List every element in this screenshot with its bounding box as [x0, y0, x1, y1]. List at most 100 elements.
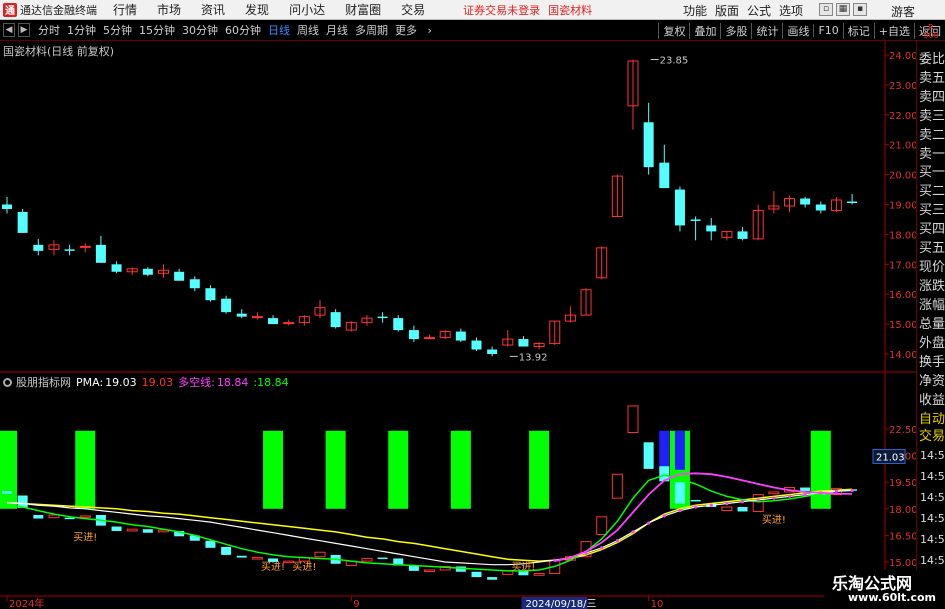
tool-draw[interactable]: 画线 [782, 22, 813, 39]
pma-dot [647, 521, 651, 525]
r-symbol[interactable]: R 500 [920, 24, 942, 40]
period-tab-5min[interactable]: 5分钟 [103, 22, 132, 38]
indicator-candle-up [533, 573, 545, 576]
main-menu: 行情 市场 资讯 发现 问小达 财富圈 交易 [113, 1, 445, 18]
side-label-6: 买一 [919, 165, 945, 179]
price-tick-label: 16.00 [889, 290, 916, 301]
period-tab-30min[interactable]: 30分钟 [182, 22, 218, 38]
side-time-2: 14:56 [920, 491, 945, 504]
watermark-url: www.60lt.com [848, 591, 937, 604]
price-tick-label: 14.00 [889, 350, 916, 361]
candle-body-down [737, 231, 748, 239]
chart-tools: 复权 叠加 多股 统计 画线 F10 标记 +自选 返回 [658, 20, 945, 41]
side-label-5: 卖一 [919, 147, 945, 161]
period-tab-weekly[interactable]: 周线 [297, 22, 319, 38]
menu-ask[interactable]: 问小达 [289, 1, 325, 18]
r-symbol-line: 500 [923, 31, 939, 40]
side-label-3: 卖三 [919, 109, 945, 123]
tool-f10[interactable]: F10 [813, 24, 842, 37]
candle-body-down [64, 249, 75, 251]
indicator-candle-down [111, 526, 122, 531]
guest-user[interactable]: 游客 [891, 3, 915, 20]
pma-value: 19.03 [105, 375, 137, 389]
grid-icon[interactable]: ▦ [836, 3, 850, 16]
menu-trade[interactable]: 交易 [401, 1, 425, 18]
tool-multi-stock[interactable]: 多股 [720, 22, 751, 39]
tool-stats[interactable]: 统计 [751, 22, 782, 39]
candle-body-down [815, 204, 826, 211]
pma-dot [725, 501, 729, 506]
price-tick-label: 17.00 [889, 260, 916, 271]
period-tab-more[interactable]: 更多 › [395, 22, 439, 38]
candle-body-down [111, 264, 122, 272]
pma-dot [740, 500, 745, 504]
tool-mark[interactable]: 标记 [842, 22, 874, 39]
candle-body-down [643, 122, 654, 168]
indicator-tick-label: 15.00 [889, 558, 916, 569]
candle-body-up [251, 316, 263, 319]
menu-discover[interactable]: 发现 [245, 1, 269, 18]
period-tab-daily[interactable]: 日线 [268, 22, 290, 38]
stock-name-link[interactable]: 国瓷材料 [548, 2, 592, 18]
tool-add-watchlist[interactable]: +自选 [873, 22, 914, 39]
period-tab-multi[interactable]: 多周期 [355, 22, 388, 38]
candle-body-down [487, 349, 498, 354]
indicator-candle-down [643, 442, 654, 469]
menu-function[interactable]: 功能 [683, 2, 707, 19]
back-arrow-icon[interactable]: ◀ [3, 23, 15, 37]
menu-layout[interactable]: 版面 [715, 2, 739, 19]
signal-bar-blue [659, 430, 670, 470]
side-label-12: 涨跌 [919, 279, 945, 293]
candle-body-down [800, 198, 811, 205]
candle-body-down [674, 189, 685, 226]
green-line [6, 474, 853, 572]
forward-arrow-icon[interactable]: ▶ [18, 23, 30, 37]
indicator-name[interactable]: 股朋指标网 [16, 374, 71, 390]
indicator-candle-up [768, 491, 780, 495]
menu-market[interactable]: 市场 [157, 1, 181, 18]
restore-icon[interactable]: ▫ [819, 3, 833, 16]
indicator-candle-down [471, 571, 482, 578]
indicator-candle-down [142, 529, 153, 533]
login-status-link[interactable]: 证券交易未登录 [463, 2, 540, 18]
indicator-candle-down [236, 555, 247, 558]
indicator-tick-label: 19.50 [889, 478, 916, 489]
candle-body-down [189, 279, 200, 289]
buy-signal-label: 买进! [762, 514, 786, 526]
buy-signal-label: 买进! [261, 561, 285, 573]
candle-body-up [79, 245, 91, 248]
current-value-label: 21.03 [876, 452, 905, 463]
candle-body-down [33, 244, 44, 251]
menu-options[interactable]: 选项 [779, 2, 803, 19]
menu-wealth[interactable]: 财富圈 [345, 1, 381, 18]
window-controls: ▫ ▦ ▪ [816, 3, 867, 16]
pma-dot [584, 551, 588, 555]
period-tab-1min[interactable]: 1分钟 [67, 22, 96, 38]
app-logo-icon: 通 [3, 2, 17, 17]
candle-body-down [205, 288, 216, 301]
candle-body-down [393, 318, 404, 331]
period-tab-intraday[interactable]: 分时 [38, 22, 60, 38]
pma-dot [678, 508, 682, 513]
signal-bar-green [0, 430, 17, 509]
right-menu: 功能 版面 公式 选项 [675, 0, 803, 20]
menu-quotes[interactable]: 行情 [113, 1, 137, 18]
period-tab-monthly[interactable]: 月线 [326, 22, 348, 38]
indicator-candle-down [221, 546, 232, 555]
pma-label: PMA: [76, 375, 104, 389]
period-tab-60min[interactable]: 60分钟 [225, 22, 261, 38]
indicator-legend: 股朋指标网 PMA: 19.03 19.03 多空线: 18.84 :18.84 [3, 374, 294, 390]
menu-news[interactable]: 资讯 [201, 1, 225, 18]
indicator-tick-label: 22.50 [889, 425, 916, 436]
period-tab-15min[interactable]: 15分钟 [139, 22, 175, 38]
menu-formula[interactable]: 公式 [747, 2, 771, 19]
minimize-icon[interactable]: ▪ [853, 3, 867, 16]
side-label-9: 买四 [919, 222, 945, 236]
indicator-candle-down [487, 577, 498, 580]
chart-area[interactable]: 14.00 15.00 16.00 17.00 18.00 19.00 20.00 21.00… [0, 41, 916, 609]
gear-icon[interactable] [3, 377, 12, 387]
tool-adjust[interactable]: 复权 [658, 22, 689, 39]
tool-overlay[interactable]: 叠加 [689, 22, 720, 39]
indicator-candle-down [800, 487, 811, 492]
candle-body-down [236, 313, 247, 317]
